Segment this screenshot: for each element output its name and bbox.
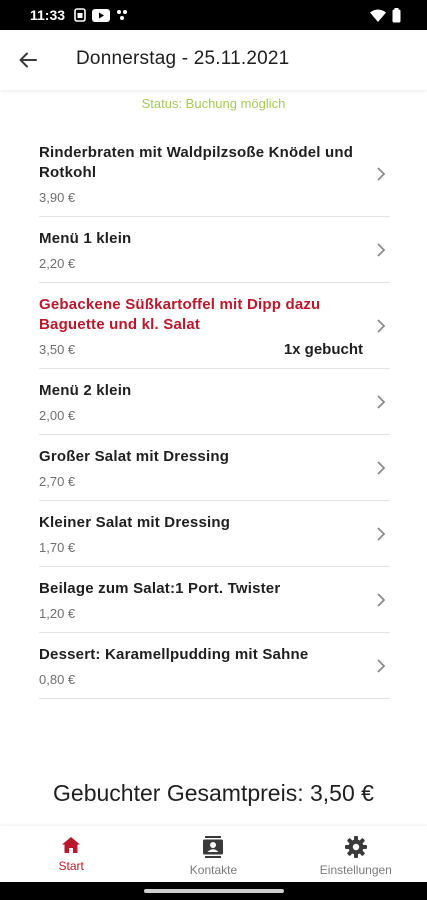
total-price: Gebuchter Gesamtpreis: 3,50 € [53, 780, 374, 806]
status-icons-right [370, 8, 401, 23]
booking-status: Status: Buchung möglich [141, 96, 286, 111]
menu-item-name: Großer Salat mit Dressing [39, 448, 230, 465]
status-bar: 11:33 [0, 0, 427, 30]
menu-item-price: 2,00 € [39, 408, 76, 423]
menu-item[interactable]: Rinderbraten mit Waldpilzsoße Knödel und… [39, 131, 390, 217]
booked-count-label: 1x gebucht [283, 341, 363, 358]
arrow-back-icon [19, 52, 37, 68]
menu-item[interactable]: Kleiner Salat mit Dressing 1,70 € [39, 501, 390, 567]
sim-icon [74, 8, 86, 22]
menu-item-price: 3,90 € [39, 190, 76, 205]
menu-item[interactable]: Menü 1 klein 2,20 € [39, 217, 390, 283]
menu-item-price: 0,80 € [39, 672, 76, 687]
status-time: 11:33 [30, 7, 66, 23]
menu-item-booked[interactable]: Gebackene Süßkartoffel mit Dipp dazu Bag… [39, 283, 390, 369]
battery-icon [392, 8, 401, 23]
nav-label: Kontakte [189, 863, 238, 877]
chevron-right-icon [377, 592, 386, 607]
chevron-right-icon [377, 658, 386, 673]
menu-item[interactable]: Dessert: Karamellpudding mit Sahne 0,80 … [39, 633, 390, 699]
wifi-icon [370, 9, 386, 22]
menu-item-name: Beilage zum Salat:1 Port. Twister [39, 580, 281, 597]
menu-item[interactable]: Beilage zum Salat:1 Port. Twister 1,20 € [39, 567, 390, 633]
menu-item-name: Kleiner Salat mit Dressing [39, 514, 231, 531]
dots-icon [117, 10, 127, 20]
menu-item-name: Menü 2 klein [39, 382, 132, 399]
nav-label: Einstellungen [319, 863, 392, 877]
page-title: Donnerstag - 25.11.2021 [76, 48, 290, 69]
gear-icon [344, 836, 367, 858]
chevron-right-icon [377, 166, 386, 181]
bottom-navigation: Start Kontakte Einstellungen [0, 826, 427, 882]
menu-item-name: Gebackene Süßkartoffel mit Dipp dazu Bag… [39, 296, 321, 333]
gesture-bar [0, 882, 427, 900]
chevron-right-icon [377, 460, 386, 475]
nav-label: Start [58, 859, 84, 873]
nav-item-start[interactable]: Start [0, 826, 142, 882]
nav-item-kontakte[interactable]: Kontakte [142, 826, 284, 882]
menu-item-name: Menü 1 klein [39, 230, 132, 247]
chevron-right-icon [377, 394, 386, 409]
back-button[interactable] [14, 46, 42, 74]
contacts-icon [203, 836, 224, 858]
menu-item-price: 1,20 € [39, 606, 76, 621]
menu-item-price: 2,70 € [39, 474, 76, 489]
nav-item-einstellungen[interactable]: Einstellungen [285, 826, 427, 882]
chevron-right-icon [377, 242, 386, 257]
chevron-right-icon [377, 318, 386, 333]
app-bar: Donnerstag - 25.11.2021 [0, 30, 427, 90]
home-icon [62, 837, 81, 853]
menu-item-price: 1,70 € [39, 540, 76, 555]
menu-list: Rinderbraten mit Waldpilzsoße Knödel und… [39, 131, 390, 699]
menu-item-price: 2,20 € [39, 256, 76, 271]
chevron-right-icon [377, 526, 386, 541]
menu-item-name: Rinderbraten mit Waldpilzsoße Knödel und… [39, 144, 354, 181]
home-gesture-handle[interactable] [144, 889, 284, 893]
menu-item[interactable]: Großer Salat mit Dressing 2,70 € [39, 435, 390, 501]
status-icons-left [74, 8, 128, 22]
menu-item[interactable]: Menü 2 klein 2,00 € [39, 369, 390, 435]
menu-item-name: Dessert: Karamellpudding mit Sahne [39, 646, 309, 663]
youtube-icon [92, 8, 110, 22]
